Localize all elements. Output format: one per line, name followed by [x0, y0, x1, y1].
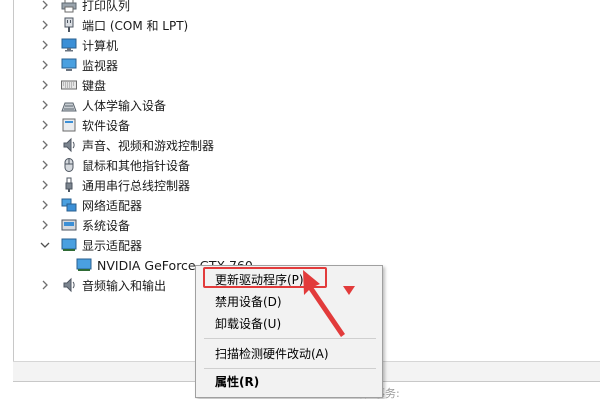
display-adapter-icon — [76, 257, 92, 273]
tree-item-label: 人体学输入设备 — [82, 98, 167, 113]
tree-item-monitor[interactable]: 监视器 — [40, 55, 118, 75]
chevron-right-icon[interactable] — [40, 20, 50, 30]
tree-item-software-device[interactable]: 软件设备 — [40, 115, 130, 135]
chevron-down-icon[interactable] — [40, 240, 50, 250]
speaker-icon — [61, 277, 77, 293]
menu-item-label: 属性(R) — [215, 374, 260, 389]
tree-item-hid[interactable]: 人体学输入设备 — [40, 95, 166, 115]
tree-item-label: 通用串行总线控制器 — [82, 178, 191, 193]
chevron-right-icon[interactable] — [40, 180, 50, 190]
menu-item-label: 扫描检测硬件改动(A) — [215, 346, 329, 361]
tree-item-printer[interactable]: 打印队列 — [40, 0, 130, 15]
chevron-right-icon[interactable] — [40, 40, 50, 50]
menu-item-label: 禁用设备(D) — [215, 294, 282, 309]
annotation-arrow-icon — [303, 270, 345, 337]
chevron-right-icon[interactable] — [40, 80, 50, 90]
tree-item-label: 端口 (COM 和 LPT) — [82, 18, 189, 33]
tree-item-label: 显示适配器 — [82, 238, 143, 253]
usb-icon — [61, 177, 77, 193]
annotation-triangle-icon — [343, 286, 355, 295]
speaker-icon — [61, 137, 77, 153]
chevron-right-icon[interactable] — [40, 100, 50, 110]
tree-item-label: 鼠标和其他指针设备 — [82, 158, 191, 173]
tree-item-mouse[interactable]: 鼠标和其他指针设备 — [40, 155, 190, 175]
menu-separator — [204, 338, 376, 339]
tree-item-label: 声音、视频和游戏控制器 — [82, 138, 215, 153]
menu-item-label: 卸载设备(U) — [215, 316, 282, 331]
hid-icon — [61, 97, 77, 113]
tree-item-label: 音频输入和输出 — [82, 278, 167, 293]
port-icon — [61, 17, 77, 33]
menu-item-scan-hardware[interactable]: 扫描检测硬件改动(A) — [196, 342, 382, 364]
tree-item-system-device[interactable]: 系统设备 — [40, 215, 130, 235]
tree-item-label: 系统设备 — [82, 218, 131, 233]
tree-item-label: 网络适配器 — [82, 198, 143, 213]
computer-icon — [61, 37, 77, 53]
tree-item-label: 软件设备 — [82, 118, 131, 133]
tree-item-usb[interactable]: 通用串行总线控制器 — [40, 175, 190, 195]
chevron-right-icon[interactable] — [40, 0, 50, 10]
software-device-icon — [61, 117, 77, 133]
chevron-right-icon[interactable] — [40, 140, 50, 150]
mouse-icon — [61, 157, 77, 173]
tree-item-label: 键盘 — [82, 78, 107, 93]
system-device-icon — [61, 217, 77, 233]
tree-item-display-adapter[interactable]: 显示适配器 — [40, 235, 142, 255]
tree-item-computer[interactable]: 计算机 — [40, 35, 118, 55]
chevron-right-icon[interactable] — [40, 160, 50, 170]
tree-item-label: 计算机 — [82, 38, 119, 53]
monitor-icon — [61, 57, 77, 73]
menu-item-uninstall-device[interactable]: 卸载设备(U) — [196, 312, 382, 334]
chevron-right-icon[interactable] — [40, 200, 50, 210]
menu-item-properties[interactable]: 属性(R) — [196, 370, 382, 392]
tree-item-sound-video[interactable]: 声音、视频和游戏控制器 — [40, 135, 214, 155]
chevron-right-icon[interactable] — [40, 220, 50, 230]
tree-item-audio-io[interactable]: 音频输入和输出 — [40, 275, 166, 295]
menu-separator — [204, 368, 376, 369]
network-adapter-icon — [61, 197, 77, 213]
tree-item-network-adapter[interactable]: 网络适配器 — [40, 195, 142, 215]
tree-item-keyboard[interactable]: 键盘 — [40, 75, 106, 95]
tree-item-label: 监视器 — [82, 58, 119, 73]
display-adapter-icon — [61, 237, 77, 253]
keyboard-icon — [61, 77, 77, 93]
chevron-right-icon[interactable] — [40, 60, 50, 70]
window-border — [13, 0, 14, 380]
chevron-right-icon[interactable] — [40, 280, 50, 290]
tree-item-label: 打印队列 — [82, 0, 131, 13]
printer-icon — [61, 0, 77, 13]
chevron-right-icon[interactable] — [40, 120, 50, 130]
tree-item-ports[interactable]: 端口 (COM 和 LPT) — [40, 15, 188, 35]
